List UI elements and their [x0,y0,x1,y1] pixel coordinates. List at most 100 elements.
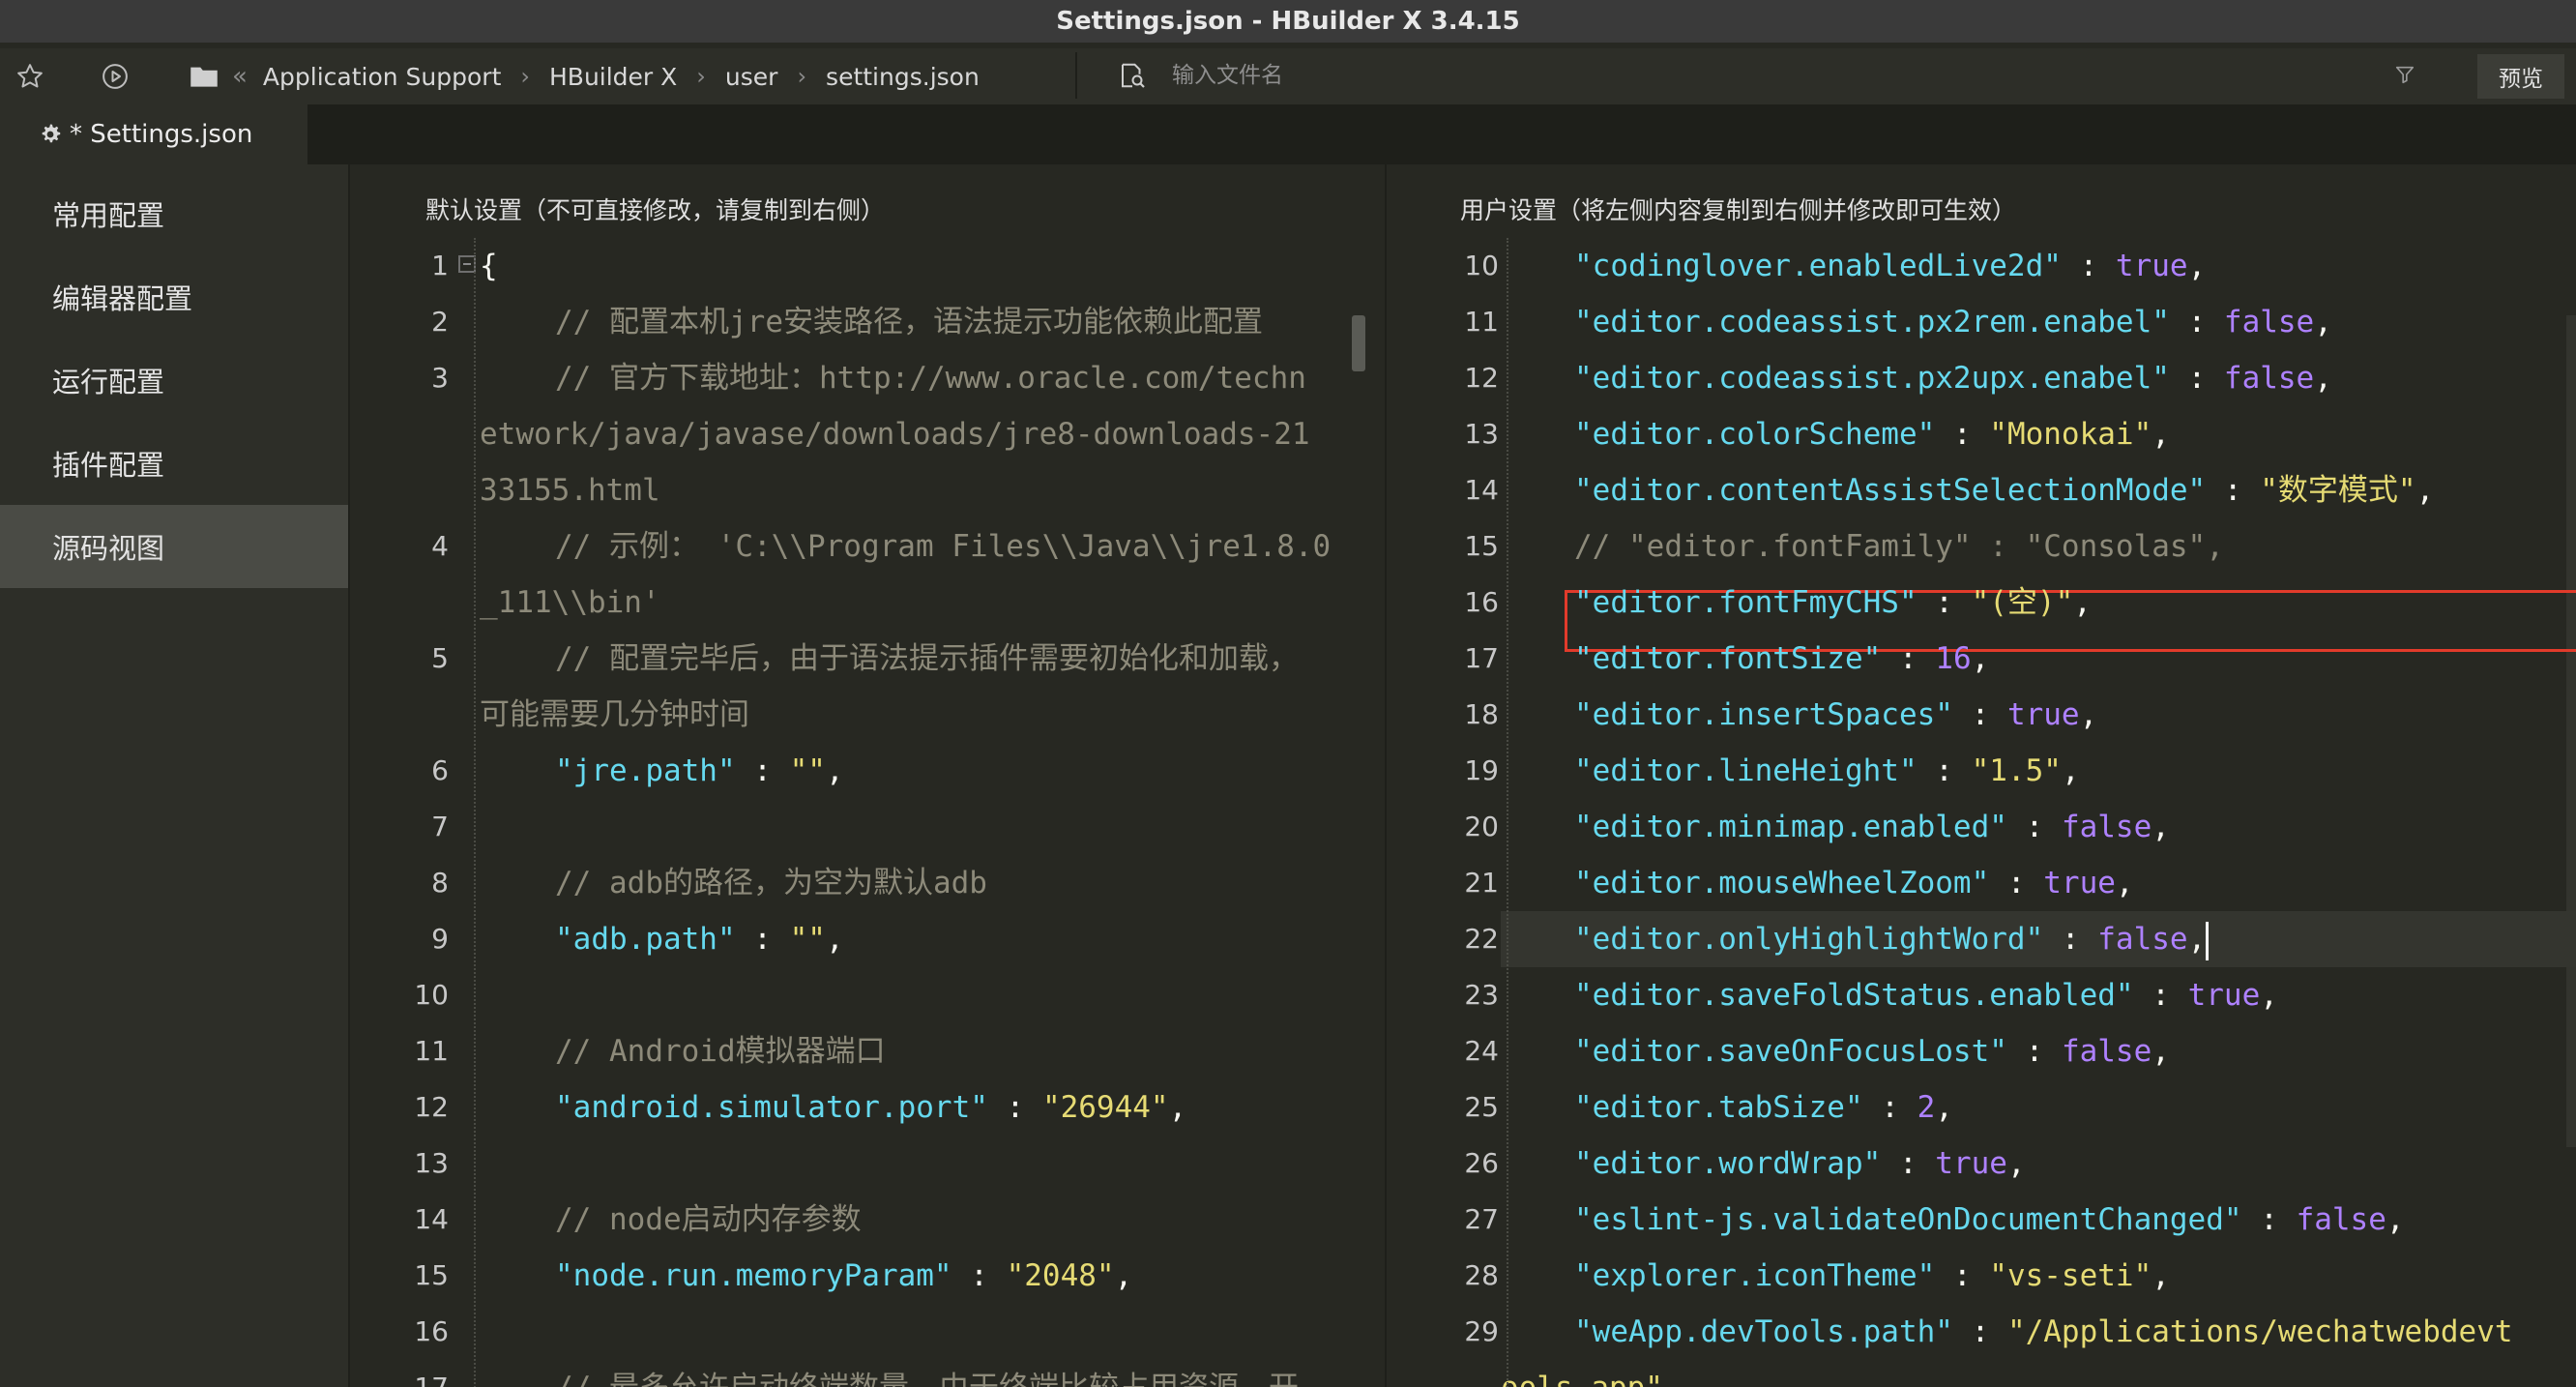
code-token: // [555,529,609,564]
code-text: "editor.onlyHighlightWord" : false, [1574,911,2210,967]
code-token: 2 [1917,1090,1936,1125]
code-token: : [1917,753,1972,788]
pane-divider[interactable] [1385,164,1387,1387]
sidebar-item-source-view[interactable]: 源码视图 [0,505,348,588]
code-token: // [555,305,609,339]
line-number: 14 [414,1203,449,1235]
code-token: true [2043,866,2116,900]
code-line: 3 // 官方下载地址：http://www.oracle.com/techn [352,350,1387,406]
line-number: 19 [1464,754,1499,786]
code-token: "/Applications/wechatwebdevt [2006,1314,2513,1349]
code-token: 'C:\\Program Files\\Java\\jre1.8.0 [699,529,1332,564]
tab-settings-json[interactable]: * Settings.json [0,104,307,164]
code-token: "adb.path" [555,922,736,957]
code-token: "editor.tabSize" [1574,1090,1863,1125]
filter-icon[interactable] [2394,64,2415,85]
sidebar-item-common[interactable]: 常用配置 [0,172,348,255]
code-line: 11 "editor.codeassist.px2rem.enabel" : fa… [1389,294,2576,350]
code-text: "weApp.devTools.path" : "/Applications/w… [1574,1304,2513,1360]
code-token: , [2187,922,2207,957]
tab-label: * Settings.json [70,120,253,149]
code-token: "editor.saveOnFocusLost" [1574,1034,2007,1069]
code-token: , [825,922,844,957]
code-text: "editor.minimap.enabled" : false, [1574,799,2170,855]
code-line: 23 "editor.saveFoldStatus.enabled" : true… [1389,967,2576,1023]
code-line: 2 // 配置本机jre安装路径，语法提示功能依赖此配置 [352,294,1387,350]
line-number: 10 [1464,250,1499,281]
sidebar-item-run[interactable]: 运行配置 [0,339,348,422]
code-line: 14 // node启动内存参数 [352,1192,1387,1248]
preview-button[interactable]: 预览 [2477,54,2564,99]
code-token: , [2314,305,2332,339]
code-text: "editor.contentAssistSelectionMode" : "数… [1574,462,2434,518]
line-number: 20 [1464,811,1499,842]
code-token: , [2061,753,2080,788]
code-line: 16 [352,1304,1387,1360]
code-line: 26 "editor.wordWrap" : true, [1389,1136,2576,1192]
search-file-icon [1118,61,1147,90]
code-text: "editor.tabSize" : 2, [1574,1079,1953,1136]
code-text: // 示例： 'C:\\Program Files\\Java\\jre1.8.… [555,518,1331,575]
code-text: "editor.colorScheme" : "Monokai", [1574,406,2170,462]
code-token: , [2152,1034,2170,1069]
code-token: // [555,361,609,396]
code-text: // node启动内存参数 [555,1192,862,1248]
code-token: 33155.html [480,473,660,508]
line-number: 12 [1464,362,1499,394]
code-token: : [2206,473,2261,508]
code-token: , [1935,1090,1953,1125]
code-text: "editor.saveFoldStatus.enabled" : true, [1574,967,2278,1023]
line-number: 23 [1464,979,1499,1011]
code-token: // [555,1371,609,1387]
code-line: 17 "editor.fontSize" : 16, [1389,631,2576,687]
code-token: "" [789,753,826,788]
code-token: "" [789,922,826,957]
code-line: 24 "editor.saveOnFocusLost" : false, [1389,1023,2576,1079]
line-number: 26 [1464,1147,1499,1179]
breadcrumb-overflow-icon[interactable]: « [232,62,248,91]
sidebar-item-plugin[interactable]: 插件配置 [0,422,348,505]
code-line: 16 "editor.fontFmyCHS" : "(空)", [1389,575,2576,631]
line-number: 16 [1464,586,1499,618]
code-text: // 最多允许启动终端数量，由于终端比较占用资源，开 [555,1360,1299,1387]
file-search-input[interactable] [1170,62,2334,89]
code-token: : [2006,810,2062,844]
code-token: , [2073,585,2092,620]
code-text: "explorer.iconTheme" : "vs-seti", [1574,1248,2170,1304]
sidebar-item-editor[interactable]: 编辑器配置 [0,255,348,339]
code-text: "codinglover.enabledLive2d" : true, [1574,238,2206,294]
code-line: 22 "editor.onlyHighlightWord" : false, [1389,911,2576,967]
code-token: , [2314,361,2332,396]
code-line: 6 "jre.path" : "", [352,743,1387,799]
user-settings-pane: 用户设置（将左侧内容复制到右侧并修改即可生效） 10 "codinglover.e… [1389,164,2576,1387]
code-token: false [2061,1034,2152,1069]
breadcrumb-item[interactable]: user [725,63,778,91]
breadcrumb-item[interactable]: Application Support [263,63,501,91]
indent-guide [474,238,476,1387]
star-icon[interactable] [14,60,46,93]
line-number: 14 [1464,474,1499,506]
breadcrumb-item[interactable]: HBuilder X [549,63,677,91]
code-token: "editor.colorScheme" [1574,417,1936,452]
breadcrumb-item[interactable]: settings.json [826,63,980,91]
code-token: , [2079,697,2098,732]
code-line: 25 "editor.tabSize" : 2, [1389,1079,2576,1136]
line-number: 13 [1464,418,1499,450]
code-token: jre [729,305,783,339]
code-token: "editor.minimap.enabled" [1574,810,2007,844]
code-token: "codinglover.enabledLive2d" [1574,249,2062,283]
sidebar-item-label: 源码视图 [52,532,165,565]
code-token: false [2097,922,2188,957]
code-token: "editor.mouseWheelZoom" [1574,866,1990,900]
play-icon[interactable] [99,60,132,93]
code-token: // Android [555,1034,736,1069]
code-token: : [1935,417,1990,452]
code-token: "Monokai" [1989,417,2152,452]
code-text: { [480,238,498,294]
code-token: 安装路径，语法提示功能依赖此配置 [783,305,1263,339]
line-number: 5 [431,642,449,674]
line-number: 12 [414,1091,449,1123]
code-token: 启动内存参数 [681,1202,862,1237]
code-line: 29 "weApp.devTools.path" : "/Applications… [1389,1304,2576,1360]
code-line: 10 "codinglover.enabledLive2d" : true, [1389,238,2576,294]
